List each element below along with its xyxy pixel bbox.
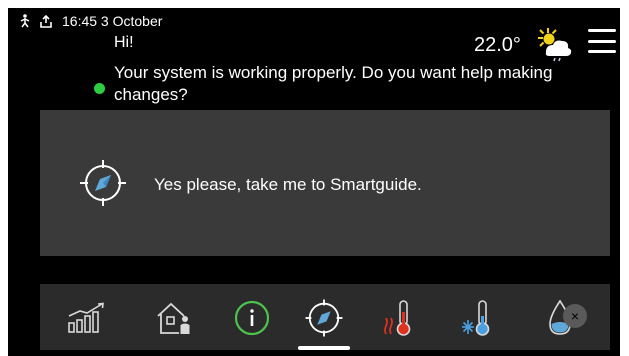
status-bar: 16:45 3 October: [20, 12, 162, 30]
house-person-icon[interactable]: [152, 296, 198, 340]
upload-icon: [40, 14, 52, 28]
pointer-line: [584, 8, 620, 24]
screen: 16:45 3 October Hi! Your system is worki…: [8, 8, 620, 356]
smartguide-label: Yes please, take me to Smartguide.: [154, 175, 422, 194]
active-tab-indicator: [298, 346, 350, 350]
person-walking-icon: [20, 14, 30, 28]
compass-icon: [80, 160, 126, 206]
info-icon[interactable]: [229, 296, 275, 340]
energy-chart-icon[interactable]: [64, 296, 110, 340]
close-icon[interactable]: ×: [563, 304, 587, 328]
smartguide-card[interactable]: Yes please, take me to Smartguide.: [40, 110, 610, 256]
sun-cloud-rain-icon[interactable]: [535, 26, 575, 62]
time-date: 16:45 3 October: [62, 13, 163, 29]
compass-icon[interactable]: [301, 296, 347, 340]
cooling-thermometer-icon[interactable]: [456, 296, 502, 340]
status-indicator: [94, 83, 105, 94]
greeting: Hi!: [114, 34, 134, 51]
hamburger-menu-icon[interactable]: [588, 29, 616, 53]
temperature: 22.0°: [474, 34, 521, 56]
bottom-dock: [40, 284, 610, 350]
heating-thermometer-icon[interactable]: [377, 296, 423, 340]
status-message: Your system is working properly. Do you …: [114, 63, 553, 104]
